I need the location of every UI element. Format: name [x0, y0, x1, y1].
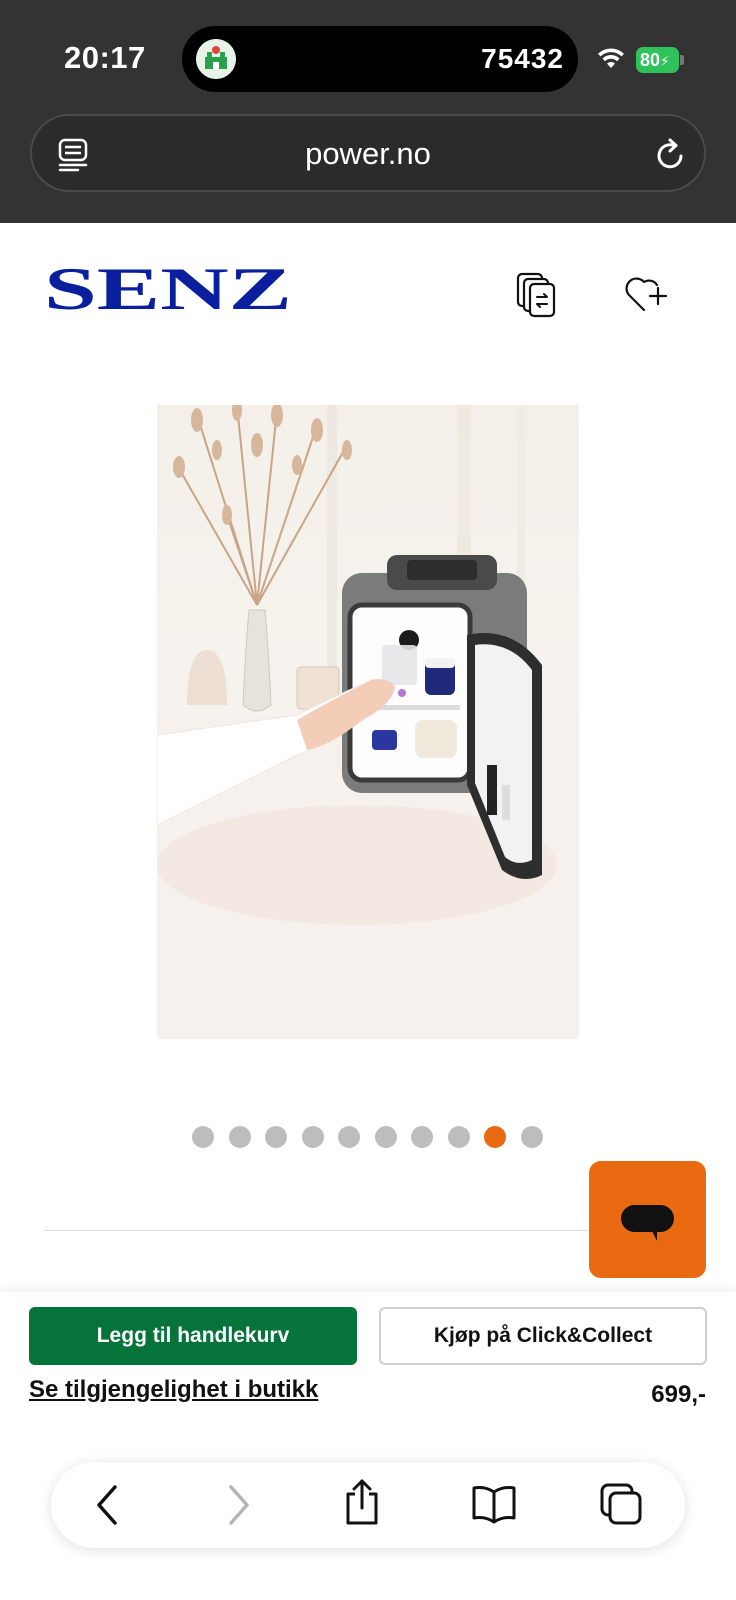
battery-tip	[680, 55, 684, 65]
battery-indicator: 80⚡	[636, 47, 684, 73]
carousel-dot-10[interactable]	[521, 1126, 543, 1148]
brand-logo[interactable]: SENZ	[44, 256, 292, 331]
carousel-dot-9-active[interactable]	[484, 1126, 506, 1148]
brand-logo-text: SENZ	[44, 264, 292, 323]
reload-icon[interactable]	[654, 136, 688, 177]
chat-icon	[621, 1205, 674, 1241]
address-bar[interactable]: power.no	[30, 114, 706, 192]
chat-button[interactable]	[589, 1161, 706, 1278]
carousel-dot-1[interactable]	[192, 1126, 214, 1148]
store-availability-link[interactable]: Se tilgjengelighet i butikk	[29, 1376, 318, 1404]
dynamic-island: 75432	[182, 26, 578, 92]
carousel-dot-8[interactable]	[448, 1126, 470, 1148]
heart-plus-icon[interactable]	[624, 272, 670, 319]
carousel-dot-6[interactable]	[375, 1126, 397, 1148]
product-image[interactable]	[157, 405, 579, 1039]
battery-level: 80⚡	[636, 47, 679, 73]
status-time: 20:17	[64, 40, 146, 75]
price: 699,-	[651, 1381, 706, 1408]
browser-top-area: 20:17 75432 80⚡ power.no	[0, 0, 736, 223]
share-icon[interactable]	[343, 1478, 381, 1531]
carousel-dot-2[interactable]	[229, 1126, 251, 1148]
tabs-icon[interactable]	[599, 1482, 643, 1531]
carousel-dot-5[interactable]	[338, 1126, 360, 1148]
carousel-dot-3[interactable]	[265, 1126, 287, 1148]
click-collect-button[interactable]: Kjøp på Click&Collect	[379, 1307, 707, 1365]
carousel-dot-7[interactable]	[411, 1126, 433, 1148]
wifi-icon	[596, 46, 626, 75]
carousel-dot-4[interactable]	[302, 1126, 324, 1148]
live-activity-number: 75432	[481, 43, 564, 74]
url-text[interactable]: power.no	[32, 136, 704, 172]
carousel-dots	[192, 1126, 548, 1148]
chevron-right-icon[interactable]	[223, 1483, 253, 1532]
divider	[44, 1230, 604, 1231]
live-activity-icon	[196, 39, 236, 79]
book-icon[interactable]	[471, 1484, 517, 1529]
add-to-cart-button[interactable]: Legg til handlekurv	[29, 1307, 357, 1365]
compare-icon[interactable]	[516, 272, 558, 323]
browser-toolbar	[51, 1462, 685, 1548]
chevron-left-icon[interactable]	[93, 1483, 123, 1532]
